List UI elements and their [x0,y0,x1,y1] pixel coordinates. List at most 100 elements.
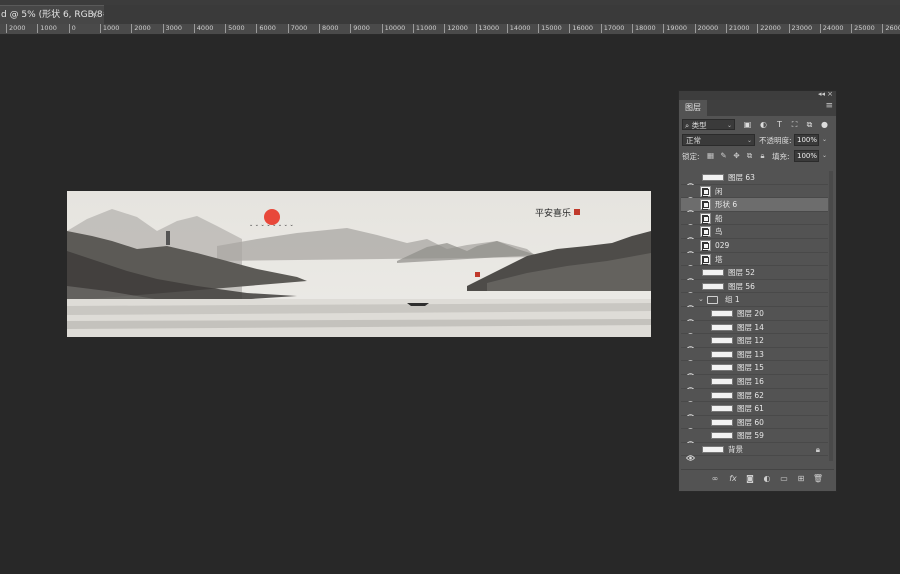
lock-all-icon[interactable]: 🔒︎ [758,151,767,161]
smart-object-filter-icon[interactable]: ⧉ [804,119,815,130]
lock-transparent-icon[interactable]: ▦ [706,151,715,161]
layer-name: 背景 [728,444,743,454]
layer-row[interactable]: 图层 20 [681,306,828,325]
visibility-eye-icon[interactable] [685,174,696,189]
layer-thumbnail [711,405,733,413]
visibility-eye-icon[interactable] [685,419,696,434]
layer-name: 图层 59 [737,431,764,441]
layer-row[interactable]: 图层 59 [681,429,828,447]
fill-input[interactable]: 100% [794,150,819,162]
link-layers-icon[interactable]: ∞ [709,473,721,485]
group-expand-icon[interactable]: ⌄ [698,293,704,307]
lock-position-icon[interactable]: ✥ [732,151,741,161]
panel-title-strip: ◂◂ × [679,90,836,100]
ruler-label: 4000 [193,24,213,33]
ruler-label: 25000 [851,24,875,33]
add-mask-icon[interactable]: ◙ [744,473,756,485]
layer-row[interactable]: 背景 🔒︎ [681,442,828,461]
layer-name: 塔 [715,254,723,264]
visibility-eye-icon[interactable] [685,188,696,203]
layer-row[interactable]: 船 [681,211,828,230]
ruler-label: 0 [68,24,76,33]
visibility-eye-icon[interactable] [685,269,696,284]
layer-row[interactable]: 图层 56 [681,279,828,298]
visibility-eye-icon[interactable] [685,405,696,420]
visibility-eye-icon[interactable] [685,446,696,461]
document-tab[interactable]: d @ 5% (形状 6, RGB/8#) × [0,5,104,25]
layer-name: 图层 61 [737,404,764,414]
ruler-label: 16000 [569,24,593,33]
layer-thumbnail [711,309,733,317]
visibility-eye-icon[interactable] [685,432,696,447]
visibility-eye-icon[interactable] [685,242,696,257]
visibility-eye-icon[interactable] [685,378,696,393]
layer-row[interactable]: 闲 [681,184,828,203]
panel-menu-icon[interactable]: ≡ [825,101,833,111]
layer-thumbnail [702,445,724,453]
layer-name: 组 1 [725,295,740,305]
layer-name: 船 [715,213,723,223]
layer-row[interactable]: 图层 13 [681,347,828,366]
horizontal-ruler[interactable]: 2000 1000 0 1000 2000 3000 4000 5000 6000 7000 800… [0,24,900,35]
layer-row[interactable]: 塔 [681,252,828,271]
ruler-label: 20000 [694,24,718,33]
layer-row[interactable]: 图层 15 [681,361,828,380]
visibility-eye-icon[interactable] [685,256,696,271]
fill-dropdown-icon[interactable]: ⌄ [820,150,829,162]
layer-row[interactable]: 图层 16 [681,374,828,393]
layer-row[interactable]: 图层 62 [681,388,828,407]
lock-pixels-icon[interactable]: ✎ [719,151,728,161]
adjustment-layer-icon[interactable]: ◐ [761,473,773,485]
visibility-eye-icon[interactable] [685,351,696,366]
ruler-label: 5000 [225,24,245,33]
visibility-eye-icon[interactable] [685,228,696,244]
layer-row[interactable]: ⌄ 组 1 [681,293,828,312]
layer-row[interactable]: 图层 61 [681,402,828,420]
visibility-eye-icon[interactable] [685,201,696,216]
opacity-dropdown-icon[interactable]: ⌄ [820,134,829,146]
blend-mode-select[interactable]: 正常 ⌄ [682,134,755,146]
visibility-eye-icon[interactable] [685,324,696,339]
visibility-eye-icon[interactable] [685,310,696,325]
layer-row[interactable]: 图层 60 [681,415,828,434]
new-layer-icon[interactable]: ⊞ [795,473,807,485]
tab-layers[interactable]: 图层 [679,100,707,116]
layer-row[interactable]: 图层 63 [681,171,828,189]
layer-row[interactable]: 图层 52 [681,266,828,284]
visibility-eye-icon[interactable] [685,337,696,352]
opacity-label: 不透明度: [759,136,792,145]
layer-row[interactable]: 鸟 [681,225,828,244]
close-tab-icon[interactable]: × [90,6,98,25]
canvas-artwork[interactable]: ⌄ ⌄ ⌄ ⌄ ⌄ ⌄ ⌄ ⌄ 平安喜乐 [67,191,651,337]
layer-row[interactable]: 形状 6 [681,198,828,216]
close-panel-icon[interactable]: × [827,90,833,98]
layer-style-icon[interactable]: fx [727,473,739,485]
visibility-eye-icon[interactable] [685,392,696,407]
new-group-icon[interactable]: ▭ [778,473,790,485]
adjustment-filter-icon[interactable]: ◐ [758,119,769,130]
ruler-label: 11000 [412,24,437,33]
opacity-input[interactable]: 100% [794,134,819,146]
collapse-panel-icon[interactable]: ◂◂ [818,90,825,98]
pixel-filter-icon[interactable]: ▣ [742,119,753,130]
layers-scrollbar[interactable] [829,171,833,461]
ruler-label: 18000 [632,24,656,33]
delete-layer-icon[interactable]: 🗑︎ [812,473,824,485]
smart-object-icon [700,253,711,265]
filter-kind-label: 类型 [691,121,707,130]
layer-thumbnail [702,269,724,277]
layer-row[interactable]: 图层 14 [681,320,828,339]
visibility-eye-icon[interactable] [685,215,696,230]
layer-row[interactable]: 029 [681,238,828,257]
visibility-eye-icon[interactable] [685,364,696,380]
fill-label: 填充: [772,152,790,161]
filter-kind-select[interactable]: ⌕ 类型 ⌄ [682,119,735,130]
shape-filter-icon[interactable]: ⛶ [789,119,800,130]
layer-row[interactable]: 图层 12 [681,334,828,352]
layer-name: 图层 56 [728,281,755,291]
type-filter-icon[interactable]: T [774,119,785,130]
lock-artboard-icon[interactable]: ⧉ [745,151,754,161]
visibility-eye-icon[interactable] [685,296,696,312]
visibility-eye-icon[interactable] [685,283,696,298]
filter-toggle-icon[interactable]: ● [819,119,830,130]
